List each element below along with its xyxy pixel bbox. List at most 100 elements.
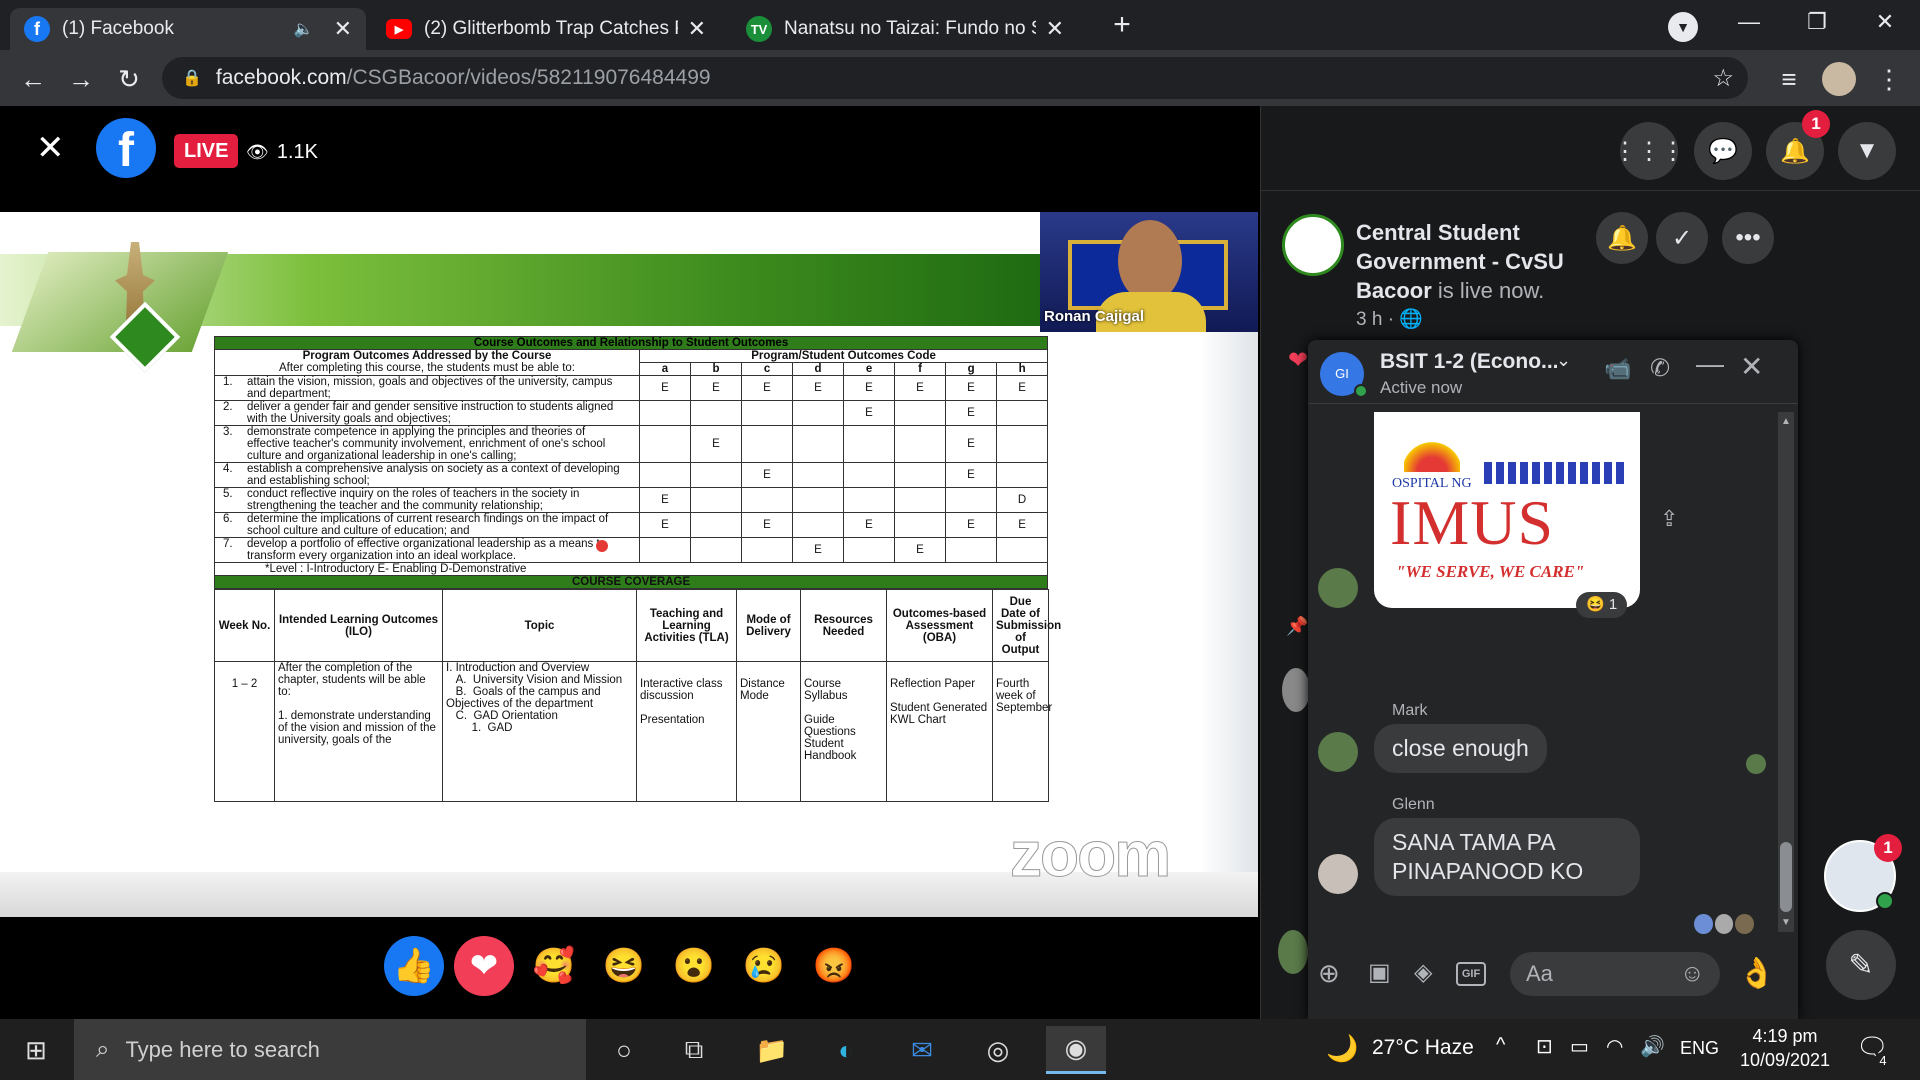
page-name-1[interactable]: Central Student [1356, 218, 1596, 247]
more-options-icon[interactable]: ••• [1722, 212, 1774, 264]
account-dropdown-icon[interactable]: ▼ [1838, 122, 1896, 180]
sender-avatar-mark[interactable] [1318, 732, 1358, 772]
po-description: conduct reflective inquiry on the roles … [247, 488, 580, 512]
chevron-down-icon[interactable]: ⌄ [1556, 350, 1571, 371]
message-bubble[interactable]: close enough [1374, 724, 1547, 773]
sad-icon[interactable]: 😢 [734, 936, 794, 996]
tab-search-icon[interactable]: ▼ [1668, 12, 1698, 42]
level-cell: E [843, 512, 895, 538]
new-tab-button[interactable]: + [1104, 8, 1140, 44]
emoji-icon[interactable]: ☺ [1680, 960, 1705, 988]
level-cell: E [639, 375, 691, 401]
dell-icon[interactable]: ◎ [974, 1026, 1022, 1074]
post-status: is live now. [1431, 278, 1545, 303]
sender-avatar-mark[interactable] [1318, 568, 1358, 608]
close-window-button[interactable]: ✕ [1850, 0, 1920, 44]
close-tab-icon[interactable]: ✕ [334, 16, 352, 42]
gif-icon[interactable]: GIF [1456, 962, 1486, 986]
clock[interactable]: 4:19 pm 10/09/2021 [1730, 1024, 1840, 1072]
wow-icon[interactable]: 😮 [664, 936, 724, 996]
battery-icon[interactable]: ▭ [1570, 1034, 1589, 1059]
tab-title: Nanatsu no Taizai: Fundo no Shin [784, 18, 1036, 39]
haha-icon[interactable]: 😆 [594, 936, 654, 996]
page-name-2[interactable]: Government - CvSU [1356, 247, 1596, 276]
reading-list-icon[interactable]: ≡ [1772, 62, 1806, 96]
edge-icon[interactable]: ◐ [822, 1026, 870, 1074]
video-frame[interactable]: Course Outcomes and Relationship to Stud… [0, 212, 1258, 917]
coverage-header: Intended Learning Outcomes (ILO) [274, 589, 443, 662]
coverage-header: Mode of Delivery [736, 589, 801, 662]
phone-icon[interactable]: ✆ [1650, 354, 1670, 383]
level-note: *Level : I-Introductory E- Enabling D-De… [213, 562, 1049, 576]
menu-grid-icon[interactable]: ⋮⋮⋮ [1613, 122, 1685, 180]
table-title: Course Outcomes and Relationship to Stud… [213, 336, 1049, 350]
level-cell [639, 425, 691, 463]
speaker-video[interactable]: Ronan Cajigal [1040, 212, 1258, 332]
love-icon[interactable]: ❤ [454, 936, 514, 996]
sender-avatar-glenn[interactable] [1318, 854, 1358, 894]
level-cell [792, 400, 844, 426]
search-placeholder: Type here to search [125, 1036, 320, 1062]
file-explorer-icon[interactable]: 📁 [748, 1026, 796, 1074]
table-row: 5. conduct reflective inquiry on the role… [214, 487, 1049, 513]
sticker-icon[interactable]: ◈ [1414, 958, 1432, 987]
address-bar[interactable]: 🔒 facebook.com/CSGBacoor/videos/58211907… [162, 57, 1748, 99]
tab-anime[interactable]: TV Nanatsu no Taizai: Fundo no Shin ✕ [732, 8, 1078, 50]
page-avatar[interactable] [1282, 214, 1344, 276]
message-bubble[interactable]: SANA TAMA PA PINAPANOOD KO [1374, 818, 1640, 896]
photo-icon[interactable]: ▣ [1368, 958, 1391, 987]
video-call-icon[interactable]: 📹 [1604, 356, 1631, 382]
language-indicator[interactable]: ENG [1680, 1038, 1719, 1059]
scrollbar-thumb[interactable] [1780, 842, 1792, 912]
add-icon[interactable]: ⊕ [1318, 958, 1340, 989]
image-reaction[interactable]: 😆 1 [1576, 592, 1628, 618]
taskbar-search[interactable]: ⌕ Type here to search [74, 1019, 586, 1080]
share-icon[interactable]: ⇪ [1660, 506, 1678, 532]
reaction-count: 1 [1608, 596, 1618, 613]
minimize-chat-icon[interactable]: — [1696, 348, 1724, 380]
page-name-3[interactable]: Bacoor [1356, 278, 1432, 303]
windows-start-icon[interactable]: ⊞ [12, 1026, 60, 1074]
wifi-icon[interactable]: ◠ [1606, 1034, 1623, 1059]
close-video-icon[interactable]: ✕ [36, 130, 72, 166]
tab-facebook[interactable]: f (1) Facebook 🔈 ✕ [10, 8, 366, 50]
back-icon[interactable]: ← [16, 62, 50, 96]
messenger-icon[interactable]: 💬 [1694, 122, 1752, 180]
weather-text[interactable]: 27°C Haze [1372, 1036, 1474, 1060]
chrome-menu-icon[interactable]: ⋮ [1872, 62, 1906, 96]
reload-icon[interactable]: ↻ [112, 62, 146, 96]
profile-avatar[interactable] [1822, 62, 1856, 96]
chat-scrollbar[interactable]: ▲ ▼ [1778, 412, 1794, 932]
save-icon[interactable]: ✓ [1656, 212, 1708, 264]
minimize-button[interactable]: — [1714, 0, 1784, 44]
chat-title[interactable]: BSIT 1-2 (Econo... [1380, 350, 1580, 374]
mail-icon[interactable]: ✉ [898, 1026, 946, 1074]
close-chat-icon[interactable]: ✕ [1740, 350, 1763, 383]
image-message[interactable]: OSPITAL NG IMUS "WE SERVE, WE CARE" [1374, 412, 1640, 608]
tab-youtube[interactable]: ▶ (2) Glitterbomb Trap Catches Pho ✕ [372, 8, 720, 50]
bookmark-star-icon[interactable]: ☆ [1712, 64, 1734, 93]
level-cell [792, 462, 844, 488]
forward-icon[interactable]: → [64, 62, 98, 96]
cortana-icon[interactable]: ○ [600, 1026, 648, 1074]
task-view-icon[interactable]: ⧉ [670, 1026, 718, 1074]
speaker-icon[interactable]: 🔈 [294, 19, 314, 39]
close-tab-icon[interactable]: ✕ [1046, 16, 1064, 42]
close-tab-icon[interactable]: ✕ [688, 16, 706, 42]
like-icon[interactable]: 👍 [384, 936, 444, 996]
camera-icon[interactable]: ⊡ [1536, 1034, 1553, 1059]
level-cell [945, 487, 997, 513]
follow-bell-icon[interactable]: 🔔 [1596, 212, 1648, 264]
restore-button[interactable]: ❐ [1782, 0, 1852, 44]
angry-icon[interactable]: 😡 [804, 936, 864, 996]
level-cell: E [792, 375, 844, 401]
chevron-up-icon[interactable]: ^ [1496, 1034, 1505, 1057]
new-message-icon[interactable]: ✎ [1826, 930, 1896, 1000]
volume-icon[interactable]: 🔊 [1640, 1034, 1665, 1059]
facebook-logo-icon[interactable]: f [96, 118, 156, 178]
post-time[interactable]: 3 h · [1356, 309, 1394, 330]
seen-by [1694, 914, 1755, 936]
quick-reaction-icon[interactable]: 👌 [1738, 956, 1775, 991]
care-icon[interactable]: 🥰 [524, 936, 584, 996]
chrome-taskbar-icon[interactable]: ◉ [1046, 1026, 1106, 1074]
